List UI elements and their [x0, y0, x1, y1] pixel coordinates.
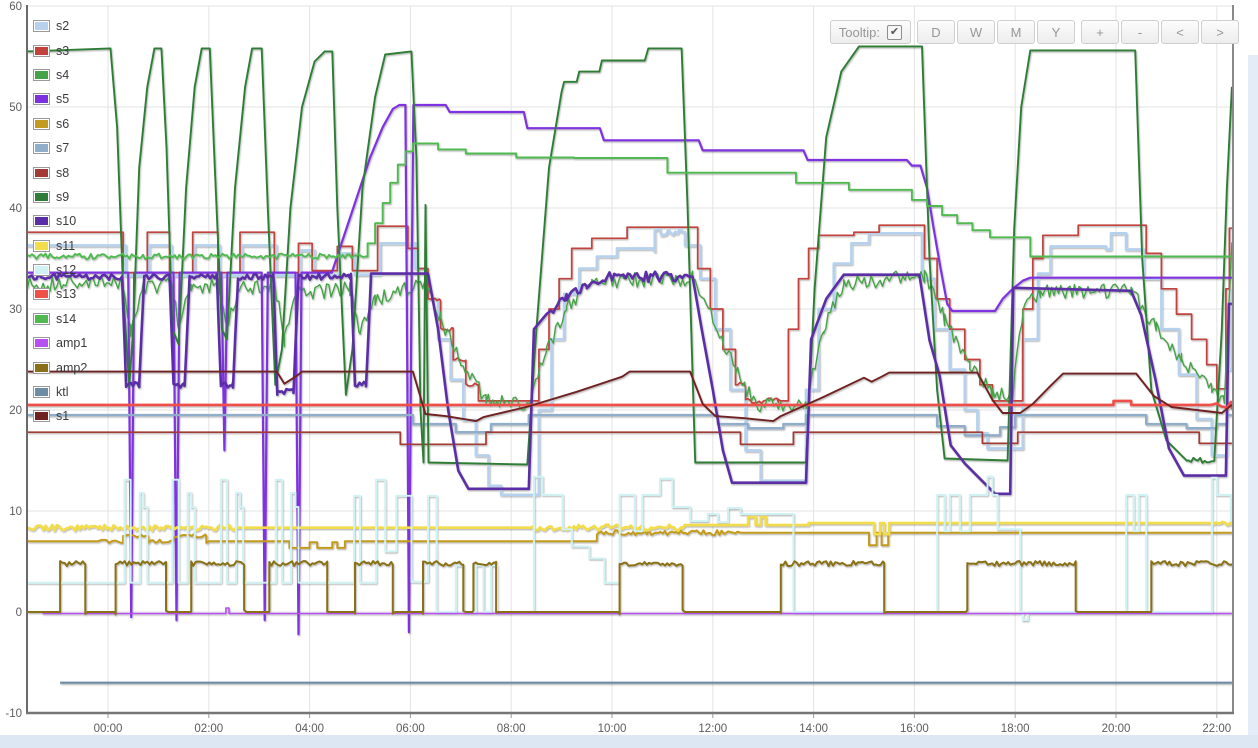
legend-swatch-icon	[33, 167, 50, 179]
legend-label: s1	[56, 409, 69, 423]
y-axis-label: 50	[9, 102, 22, 114]
bottom-scroll-strip[interactable]	[0, 735, 1258, 748]
legend-item-s4[interactable]: s4	[33, 63, 87, 87]
legend-label: s4	[56, 68, 69, 82]
y-axis-label: 40	[9, 203, 22, 215]
legend-label: s2	[56, 19, 69, 33]
range-month-button[interactable]: M	[997, 20, 1035, 44]
x-axis-label: 08:00	[497, 723, 526, 735]
legend-item-s6[interactable]: s6	[33, 112, 87, 136]
x-axis-label: 06:00	[396, 723, 425, 735]
x-axis-label: 22:00	[1202, 723, 1231, 735]
range-year-button[interactable]: Y	[1037, 20, 1075, 44]
legend-item-s7[interactable]: s7	[33, 136, 87, 160]
legend-swatch-icon	[33, 93, 50, 105]
chart-stage: 60 50 40 30 20 10 0 -10 00:00 02:00 04:00 06:00 08:0…	[0, 0, 1258, 748]
legend-label: s14	[56, 312, 76, 326]
legend-label: s3	[56, 44, 69, 58]
x-axis-label: 10:00	[598, 723, 627, 735]
pan-right-button[interactable]: >	[1201, 20, 1239, 44]
zoom-in-button[interactable]: +	[1081, 20, 1119, 44]
x-axis-label: 18:00	[1001, 723, 1030, 735]
legend-item-s14[interactable]: s14	[33, 307, 87, 331]
legend-item-s11[interactable]: s11	[33, 234, 87, 258]
legend-label: s6	[56, 117, 69, 131]
legend-swatch-icon	[33, 142, 50, 154]
y-axis-label: 20	[9, 405, 22, 417]
legend-label: s12	[56, 263, 76, 277]
legend-item-s10[interactable]: s10	[33, 209, 87, 233]
zoom-pan-buttons: +-<>	[1081, 20, 1239, 44]
legend-label: ktl	[56, 385, 69, 399]
legend-swatch-icon	[33, 264, 50, 276]
legend-swatch-icon	[33, 240, 50, 252]
legend-label: s8	[56, 166, 69, 180]
legend-swatch-icon	[33, 313, 50, 325]
legend-label: s11	[56, 239, 75, 253]
legend-item-s1[interactable]: s1	[33, 404, 87, 428]
legend-swatch-icon	[33, 118, 50, 130]
x-axis-label: 16:00	[900, 723, 929, 735]
legend-label: s13	[56, 287, 76, 301]
range-buttons: DWMY	[917, 20, 1075, 44]
legend-item-s12[interactable]: s12	[33, 258, 87, 282]
legend-item-ktl[interactable]: ktl	[33, 380, 87, 404]
legend-item-s8[interactable]: s8	[33, 160, 87, 184]
legend-item-s5[interactable]: s5	[33, 87, 87, 111]
legend-swatch-icon	[33, 69, 50, 81]
pan-left-button[interactable]: <	[1161, 20, 1199, 44]
legend-swatch-icon	[33, 191, 50, 203]
legend-swatch-icon	[33, 215, 50, 227]
y-axis-label: -10	[5, 708, 22, 720]
right-edge-strip	[1248, 55, 1258, 735]
y-axis-label: 0	[16, 607, 22, 619]
legend-label: s10	[56, 214, 76, 228]
x-axis-label: 20:00	[1102, 723, 1131, 735]
legend-swatch-icon	[33, 20, 50, 32]
legend-swatch-icon	[33, 362, 50, 374]
x-axis-label: 00:00	[94, 723, 123, 735]
legend-swatch-icon	[33, 288, 50, 300]
y-axis-label: 60	[9, 1, 22, 13]
x-axis-label: 02:00	[194, 723, 223, 735]
range-day-button[interactable]: D	[917, 20, 955, 44]
tooltip-label: Tooltip:	[839, 25, 880, 40]
tooltip-checkbox[interactable]: ✔	[887, 25, 902, 40]
legend-swatch-icon	[33, 45, 50, 57]
legend-item-s9[interactable]: s9	[33, 185, 87, 209]
legend-swatch-icon	[33, 386, 50, 398]
check-icon: ✔	[890, 27, 899, 38]
tooltip-toggle[interactable]: Tooltip: ✔	[830, 20, 911, 44]
range-week-button[interactable]: W	[957, 20, 995, 44]
y-axis-label: 30	[9, 304, 22, 316]
legend-item-s2[interactable]: s2	[33, 14, 87, 38]
legend-item-amp1[interactable]: amp1	[33, 331, 87, 355]
x-axis-label: 04:00	[295, 723, 324, 735]
legend-label: amp2	[56, 361, 87, 375]
legend-label: s7	[56, 141, 69, 155]
legend-item-amp2[interactable]: amp2	[33, 355, 87, 379]
x-axis-label: 12:00	[698, 723, 727, 735]
y-axis-label: 10	[9, 506, 22, 518]
legend-label: s5	[56, 92, 69, 106]
legend-label: s9	[56, 190, 69, 204]
legend: s2 s3 s4 s5 s6 s7 s8 s9 s10 s11 s12 s13 s14 amp1 amp2 k…	[33, 14, 87, 429]
legend-swatch-icon	[33, 337, 50, 349]
chart-toolbar: Tooltip: ✔ DWMY +-<>	[830, 20, 1239, 44]
legend-item-s3[interactable]: s3	[33, 38, 87, 62]
chart-canvas: 60 50 40 30 20 10 0 -10 00:00 02:00 04:00 06:00 08:0…	[0, 0, 1258, 748]
x-axis-label: 14:00	[799, 723, 828, 735]
zoom-out-button[interactable]: -	[1121, 20, 1159, 44]
legend-swatch-icon	[33, 410, 50, 422]
legend-label: amp1	[56, 336, 87, 350]
legend-item-s13[interactable]: s13	[33, 282, 87, 306]
